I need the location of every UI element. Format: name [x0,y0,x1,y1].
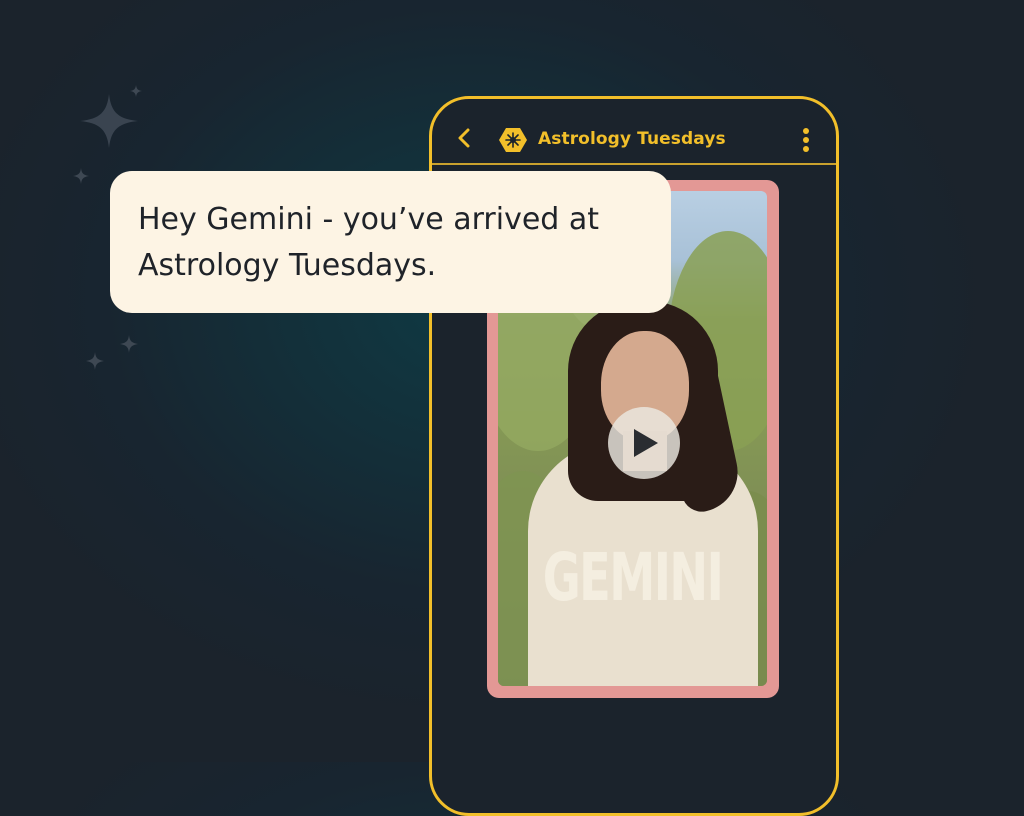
small-sparkle-icon [130,85,142,97]
large-sparkle-icon [80,94,138,148]
small-sparkle-icon [86,352,104,370]
sun-badge-icon [499,128,527,152]
message-text: Hey Gemini - you’ve arrived at Astrology… [138,202,600,283]
play-icon [634,429,658,457]
play-button[interactable] [608,407,680,479]
small-sparkle-icon [73,168,89,184]
small-sparkle-icon [120,335,138,353]
message-bubble: Hey Gemini - you’ve arrived at Astrology… [110,171,671,313]
chat-header: Astrology Tuesdays [432,99,836,165]
more-vertical-icon[interactable] [802,127,810,153]
video-overlay-title: GEMINI [542,539,724,616]
chevron-left-icon[interactable] [456,128,472,148]
channel-title: Astrology Tuesdays [538,129,726,149]
